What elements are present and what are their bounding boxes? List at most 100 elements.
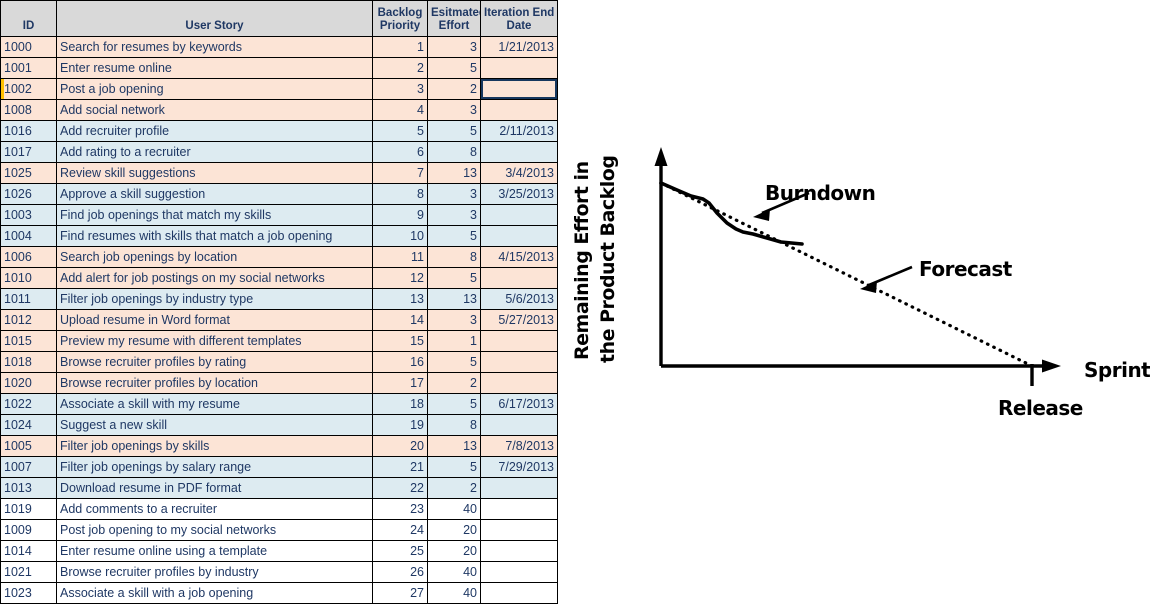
cell-user-story[interactable]: Suggest a new skill [56, 414, 373, 436]
cell-backlog-priority[interactable]: 26 [372, 561, 428, 583]
cell-backlog-priority[interactable]: 20 [372, 435, 428, 457]
table-row[interactable]: 1019 Add comments to a recruiter 23 40 [0, 498, 558, 520]
table-row[interactable]: 1024 Suggest a new skill 19 8 [0, 414, 558, 436]
cell-user-story[interactable]: Add alert for job postings on my social … [56, 267, 373, 289]
cell-id[interactable]: 1005 [0, 435, 57, 457]
cell-id[interactable]: 1011 [0, 288, 57, 310]
cell-id[interactable]: 1017 [0, 141, 57, 163]
column-header-id[interactable]: ID [0, 0, 57, 37]
cell-user-story[interactable]: Browse recruiter profiles by location [56, 372, 373, 394]
cell-id[interactable]: 1026 [0, 183, 57, 205]
cell-id[interactable]: 1025 [0, 162, 57, 184]
table-row[interactable]: 1006 Search job openings by location 11 8 4/… [0, 246, 558, 268]
cell-id[interactable]: 1003 [0, 204, 57, 226]
table-row[interactable]: 1014 Enter resume online using a template… [0, 540, 558, 562]
cell-id[interactable]: 1013 [0, 477, 57, 499]
cell-estimated-effort[interactable]: 5 [427, 225, 481, 247]
cell-estimated-effort[interactable]: 2 [427, 372, 481, 394]
cell-estimated-effort[interactable]: 5 [427, 456, 481, 478]
cell-estimated-effort[interactable]: 3 [427, 183, 481, 205]
table-row[interactable]: 1002 Post a job opening 3 2 [0, 78, 558, 100]
cell-user-story[interactable]: Add social network [56, 99, 373, 121]
cell-estimated-effort[interactable]: 3 [427, 36, 481, 58]
table-row[interactable]: 1007 Filter job openings by salary range 2… [0, 456, 558, 478]
cell-backlog-priority[interactable]: 8 [372, 183, 428, 205]
cell-backlog-priority[interactable]: 1 [372, 36, 428, 58]
cell-estimated-effort[interactable]: 13 [427, 288, 481, 310]
cell-user-story[interactable]: Review skill suggestions [56, 162, 373, 184]
cell-backlog-priority[interactable]: 17 [372, 372, 428, 394]
cell-user-story[interactable]: Find resumes with skills that match a jo… [56, 225, 373, 247]
cell-user-story[interactable]: Browse recruiter profiles by rating [56, 351, 373, 373]
cell-estimated-effort[interactable]: 5 [427, 351, 481, 373]
cell-estimated-effort[interactable]: 8 [427, 246, 481, 268]
table-row[interactable]: 1005 Filter job openings by skills 20 13 7/8… [0, 435, 558, 457]
cell-estimated-effort[interactable]: 2 [427, 78, 481, 100]
cell-iteration-end-date[interactable] [480, 99, 558, 121]
table-row[interactable]: 1012 Upload resume in Word format 14 3 5/27/… [0, 309, 558, 331]
cell-user-story[interactable]: Filter job openings by skills [56, 435, 373, 457]
cell-iteration-end-date[interactable] [480, 477, 558, 499]
cell-backlog-priority[interactable]: 22 [372, 477, 428, 499]
cell-backlog-priority[interactable]: 3 [372, 78, 428, 100]
cell-backlog-priority[interactable]: 2 [372, 57, 428, 79]
cell-iteration-end-date[interactable] [480, 225, 558, 247]
cell-estimated-effort[interactable]: 40 [427, 582, 481, 604]
cell-id[interactable]: 1002 [0, 78, 57, 100]
cell-iteration-end-date[interactable] [480, 78, 558, 100]
cell-backlog-priority[interactable]: 27 [372, 582, 428, 604]
cell-estimated-effort[interactable]: 3 [427, 99, 481, 121]
cell-estimated-effort[interactable]: 20 [427, 519, 481, 541]
cell-backlog-priority[interactable]: 9 [372, 204, 428, 226]
cell-estimated-effort[interactable]: 5 [427, 120, 481, 142]
table-row[interactable]: 1000 Search for resumes by keywords 1 3 1/21… [0, 36, 558, 58]
cell-iteration-end-date[interactable] [480, 540, 558, 562]
cell-estimated-effort[interactable]: 3 [427, 309, 481, 331]
table-row[interactable]: 1008 Add social network 4 3 [0, 99, 558, 121]
cell-id[interactable]: 1008 [0, 99, 57, 121]
cell-user-story[interactable]: Search for resumes by keywords [56, 36, 373, 58]
cell-id[interactable]: 1014 [0, 540, 57, 562]
cell-estimated-effort[interactable]: 40 [427, 561, 481, 583]
cell-iteration-end-date[interactable]: 3/4/2013 [480, 162, 558, 184]
cell-iteration-end-date[interactable] [480, 204, 558, 226]
cell-iteration-end-date[interactable] [480, 57, 558, 79]
cell-user-story[interactable]: Associate a skill with my resume [56, 393, 373, 415]
table-row[interactable]: 1021 Browse recruiter profiles by industr… [0, 561, 558, 583]
cell-iteration-end-date[interactable] [480, 267, 558, 289]
cell-backlog-priority[interactable]: 23 [372, 498, 428, 520]
cell-iteration-end-date[interactable] [480, 351, 558, 373]
cell-id[interactable]: 1012 [0, 309, 57, 331]
cell-iteration-end-date[interactable]: 6/17/2013 [480, 393, 558, 415]
table-row[interactable]: 1022 Associate a skill with my resume 18 5 6… [0, 393, 558, 415]
cell-backlog-priority[interactable]: 19 [372, 414, 428, 436]
cell-iteration-end-date[interactable]: 2/11/2013 [480, 120, 558, 142]
cell-iteration-end-date[interactable] [480, 519, 558, 541]
table-row[interactable]: 1010 Add alert for job postings on my soc… [0, 267, 558, 289]
cell-estimated-effort[interactable]: 5 [427, 57, 481, 79]
cell-id[interactable]: 1023 [0, 582, 57, 604]
table-row[interactable]: 1026 Approve a skill suggestion 8 3 3/25/201… [0, 183, 558, 205]
cell-estimated-effort[interactable]: 8 [427, 414, 481, 436]
cell-user-story[interactable]: Add rating to a recruiter [56, 141, 373, 163]
cell-user-story[interactable]: Enter resume online using a template [56, 540, 373, 562]
cell-iteration-end-date[interactable] [480, 414, 558, 436]
cell-user-story[interactable]: Preview my resume with different templat… [56, 330, 373, 352]
cell-id[interactable]: 1016 [0, 120, 57, 142]
cell-estimated-effort[interactable]: 40 [427, 498, 481, 520]
cell-user-story[interactable]: Download resume in PDF format [56, 477, 373, 499]
cell-backlog-priority[interactable]: 21 [372, 456, 428, 478]
table-row[interactable]: 1015 Preview my resume with different tem… [0, 330, 558, 352]
cell-backlog-priority[interactable]: 24 [372, 519, 428, 541]
cell-backlog-priority[interactable]: 18 [372, 393, 428, 415]
table-row[interactable]: 1018 Browse recruiter profiles by rating 1… [0, 351, 558, 373]
cell-user-story[interactable]: Search job openings by location [56, 246, 373, 268]
cell-id[interactable]: 1010 [0, 267, 57, 289]
table-row[interactable]: 1011 Filter job openings by industry type… [0, 288, 558, 310]
cell-iteration-end-date[interactable]: 7/29/2013 [480, 456, 558, 478]
cell-iteration-end-date[interactable]: 4/15/2013 [480, 246, 558, 268]
column-header-user-story[interactable]: User Story [56, 0, 373, 37]
cell-user-story[interactable]: Add recruiter profile [56, 120, 373, 142]
table-row[interactable]: 1003 Find job openings that match my skil… [0, 204, 558, 226]
column-header-iteration-end-date[interactable]: Iteration End Date [480, 0, 558, 37]
